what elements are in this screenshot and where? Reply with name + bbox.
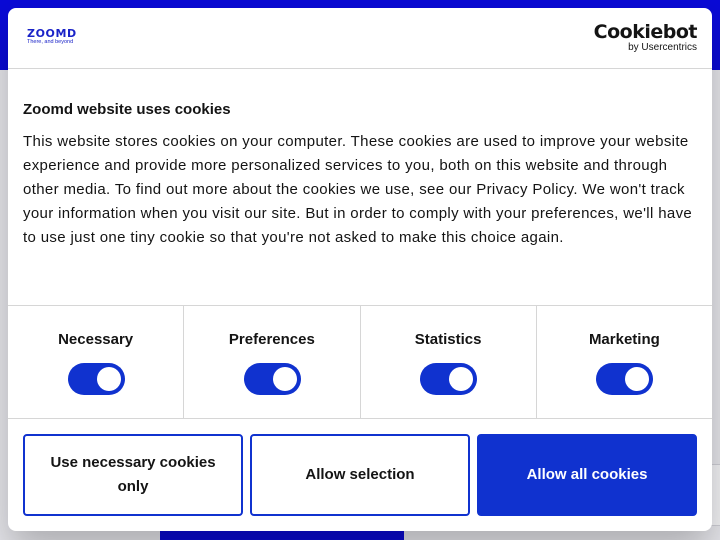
dialog-description: This website stores cookies on your comp… xyxy=(23,133,693,246)
cookie-category-toggles: Necessary Preferences Statistics Marketi… xyxy=(8,305,712,419)
dialog-title: Zoomd website uses cookies xyxy=(23,101,231,118)
category-label: Statistics xyxy=(414,331,482,348)
category-label: Preferences xyxy=(228,331,315,348)
statistics-toggle[interactable] xyxy=(420,363,478,395)
preferences-toggle[interactable] xyxy=(243,363,301,395)
dialog-header: ZOOMD There, and beyond Cookiebot by Use… xyxy=(8,8,712,69)
brand-tagline: There, and beyond xyxy=(27,39,74,45)
allow-all-cookies-button[interactable]: Allow all cookies xyxy=(477,434,697,516)
necessary-toggle[interactable] xyxy=(67,363,125,395)
toggle-knob xyxy=(625,367,650,391)
cookie-consent-dialog: ZOOMD There, and beyond Cookiebot by Use… xyxy=(8,8,712,531)
toggle-knob xyxy=(96,367,121,391)
category-preferences: Preferences xyxy=(184,306,361,418)
use-necessary-cookies-only-button[interactable]: Use necessary cookies only xyxy=(23,434,243,516)
brand-name: ZOOMD xyxy=(27,27,77,40)
cookiebot-wordmark: Cookiebot xyxy=(593,21,698,43)
category-statistics: Statistics xyxy=(361,306,537,418)
toggle-knob xyxy=(272,367,297,391)
zoomd-logo: ZOOMD There, and beyond xyxy=(27,28,97,50)
category-label: Necessary xyxy=(58,331,134,348)
cookiebot-logo[interactable]: Cookiebot by Usercentrics xyxy=(587,21,698,56)
marketing-toggle[interactable] xyxy=(596,363,654,395)
cookiebot-byline: by Usercentrics xyxy=(628,42,697,53)
category-label: Marketing xyxy=(588,331,660,348)
category-necessary: Necessary xyxy=(8,306,185,418)
category-marketing: Marketing xyxy=(537,306,712,418)
toggle-knob xyxy=(449,367,474,391)
allow-selection-button[interactable]: Allow selection xyxy=(250,434,470,516)
